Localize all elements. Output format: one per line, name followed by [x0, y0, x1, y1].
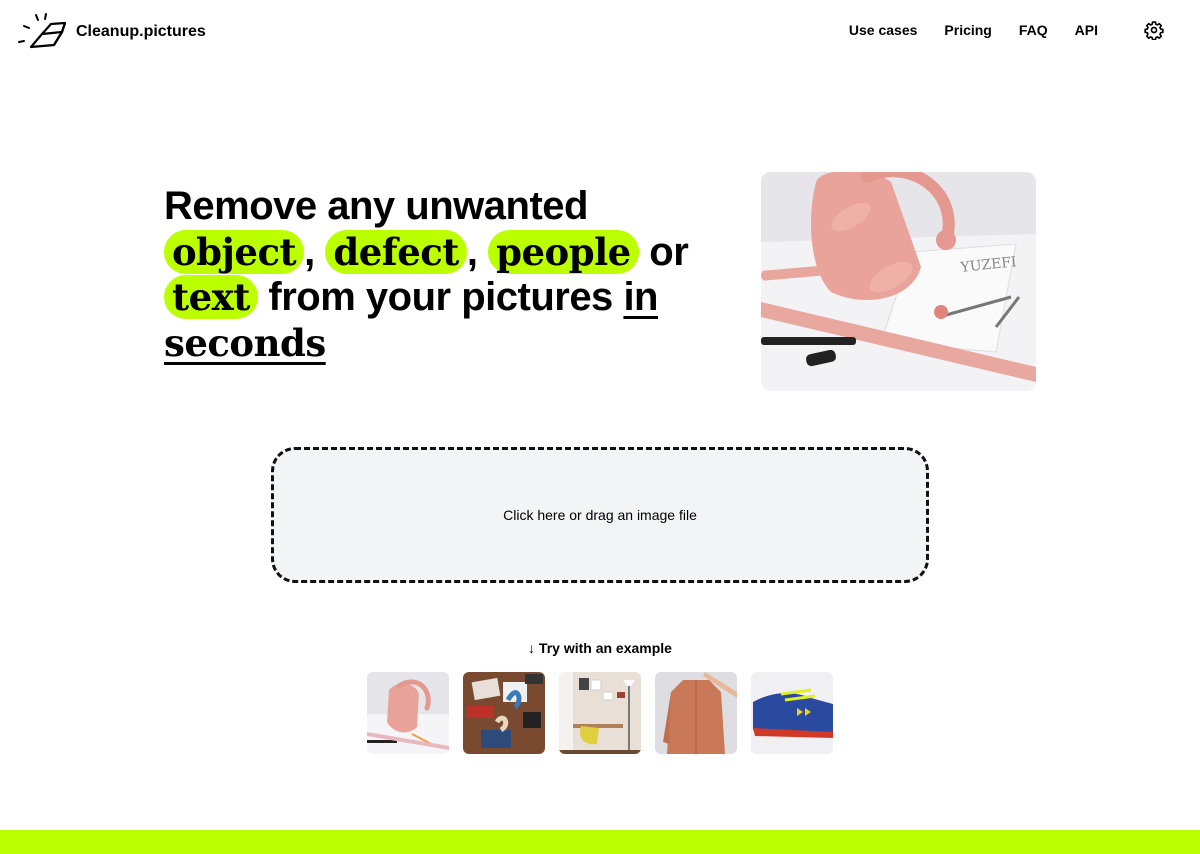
brand-name: Cleanup.pictures: [76, 23, 206, 40]
example-jacket[interactable]: [655, 672, 737, 754]
nav-faq[interactable]: FAQ: [1019, 22, 1048, 38]
logo[interactable]: Cleanup.pictures: [16, 12, 206, 52]
gear-icon[interactable]: [1144, 20, 1164, 40]
example-sneaker[interactable]: [751, 672, 833, 754]
example-images: [367, 672, 833, 754]
highlight-text: text: [164, 275, 258, 319]
footer-accent-bar: [0, 830, 1200, 854]
hero-headline: Remove any unwanted object, defect, peop…: [164, 184, 744, 366]
highlight-defect: defect: [325, 229, 467, 274]
highlight-people: people: [488, 229, 639, 274]
headline-from: from your pictures: [268, 275, 613, 319]
comma: ,: [304, 229, 315, 274]
word-or: or: [649, 229, 689, 274]
main-nav: Use cases Pricing FAQ API: [849, 20, 1164, 40]
word-seconds: seconds: [164, 320, 326, 365]
upload-dropzone[interactable]: Click here or drag an image file: [271, 447, 929, 583]
example-handbag[interactable]: [367, 672, 449, 754]
eraser-icon: [18, 13, 66, 49]
example-desk[interactable]: [463, 672, 545, 754]
headline-line1: Remove any unwanted: [164, 184, 588, 228]
nav-api[interactable]: API: [1075, 22, 1098, 38]
comma: ,: [466, 229, 478, 274]
example-room[interactable]: [559, 672, 641, 754]
upload-label: Click here or drag an image file: [503, 507, 697, 523]
hero-image: YUZEFI: [761, 172, 1036, 391]
highlight-object: object: [164, 229, 305, 274]
word-in: in: [623, 275, 658, 319]
nav-use-cases[interactable]: Use cases: [849, 22, 918, 38]
try-example-label: ↓ Try with an example: [528, 640, 672, 656]
nav-pricing[interactable]: Pricing: [944, 22, 991, 38]
header: Cleanup.pictures Use cases Pricing FAQ A…: [0, 0, 1200, 70]
